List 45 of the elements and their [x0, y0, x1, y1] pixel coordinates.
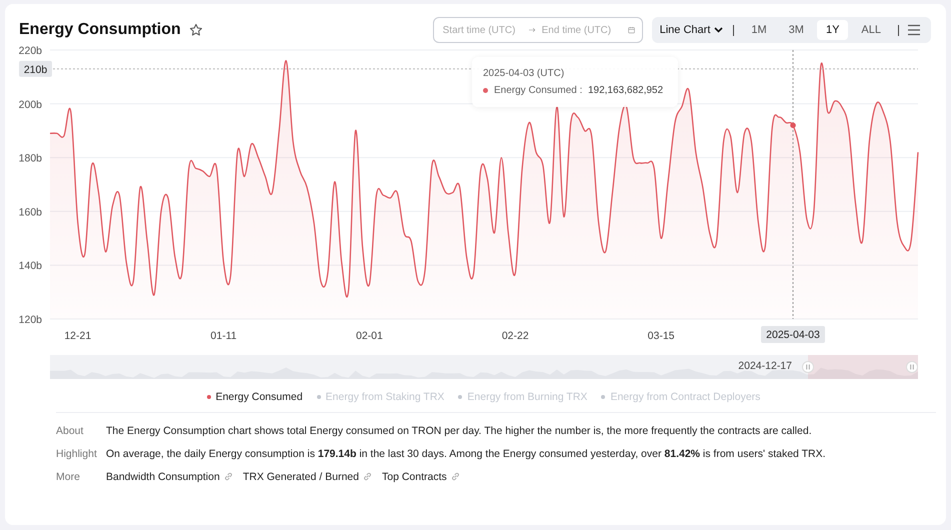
x-axis-label: 12-21: [64, 330, 92, 342]
menu-icon[interactable]: [907, 24, 921, 36]
range-tab[interactable]: ALL: [852, 20, 890, 40]
y-axis-label: 220b: [18, 45, 42, 57]
link-icon: [362, 472, 372, 481]
date-range-field[interactable]: Start time (UTC) End time (UTC): [432, 17, 643, 43]
y-axis-label: 160b: [18, 206, 42, 218]
tooltip-date: 2025-04-03 (UTC): [483, 67, 566, 81]
info-label: Highlight: [56, 448, 98, 460]
range-tab[interactable]: 1M: [742, 20, 776, 40]
range-tab[interactable]: 3M: [780, 20, 813, 40]
navigator-selection[interactable]: [808, 355, 918, 379]
y-axis-label: 200b: [18, 98, 42, 111]
y-axis-label: 120b: [18, 314, 42, 326]
range-tab[interactable]: 1Y: [816, 20, 848, 40]
calendar-icon[interactable]: [628, 24, 635, 36]
caret-icon: [714, 27, 724, 33]
y-pointer-label: 210b: [19, 60, 52, 77]
info-label: About: [56, 424, 84, 436]
x-pointer-label: 2025-04-03: [761, 326, 825, 343]
y-axis-label: 180b: [18, 152, 42, 165]
range-navigator[interactable]: 2024-12-17: [50, 355, 918, 379]
y-axis-label: 140b: [18, 260, 42, 272]
link-icon: [450, 472, 460, 481]
related-link[interactable]: TRX Generated / Burned: [242, 470, 372, 482]
info-text: On average, the daily Energy consumption is 179.14b in the last 30 days. Among the Energy consumed yesterday, over 81.42% is from users' staked TRX.: [106, 448, 826, 460]
x-tick-label: 2025-04-03: [766, 329, 820, 341]
link-icon: [224, 472, 233, 481]
chart-type-dropdown[interactable]: Line Chart: [656, 24, 728, 36]
arrow-icon: [528, 26, 536, 34]
data-point: [790, 122, 796, 128]
star-icon[interactable]: [188, 23, 203, 37]
x-axis-label: 03-15: [648, 330, 674, 342]
legend-item[interactable]: Energy Consumed: [206, 391, 303, 403]
tooltip-value: Energy Consumed : 192,163,682,952: [483, 82, 667, 99]
ref-line-label: 210b: [24, 64, 48, 76]
navigator-start-label: 2024-12-17: [738, 360, 792, 372]
x-axis-label: 02-01: [356, 330, 383, 342]
info-label: More: [56, 470, 81, 482]
related-link[interactable]: Top Contracts: [382, 470, 460, 482]
page-title: Energy Consumption: [19, 21, 181, 39]
x-axis-label: 02-22: [502, 330, 529, 342]
related-link[interactable]: Bandwidth Consumption: [106, 470, 233, 482]
info-text: The Energy Consumption chart shows total Energy consumed on TRON per day. The higher the number is, the more frequently the contracts are called.: [106, 424, 812, 436]
x-axis-label: 01-11: [210, 330, 237, 342]
